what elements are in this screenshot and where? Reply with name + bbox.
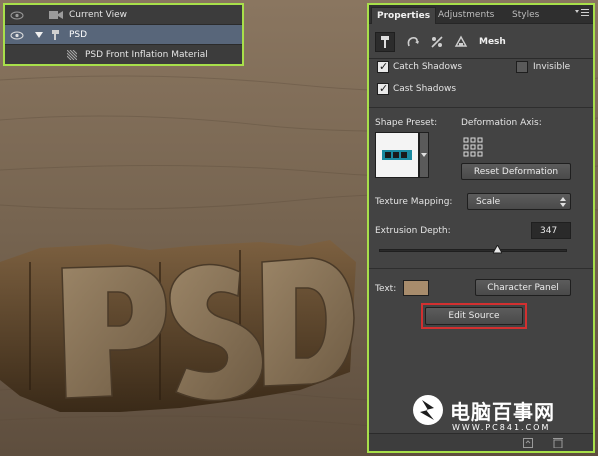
extrusion-depth-slider-track[interactable] <box>379 249 567 252</box>
shape-preset-label: Shape Preset: <box>375 118 438 128</box>
text-color-swatch[interactable] <box>403 280 429 296</box>
edit-source-button[interactable]: Edit Source <box>425 307 523 325</box>
texture-mapping-select[interactable]: Scale <box>467 193 571 210</box>
mesh-mode-icon[interactable] <box>375 32 395 52</box>
text-color-label: Text: <box>375 284 397 294</box>
mode-label: Mesh <box>479 37 506 47</box>
layer-label-material: PSD Front Inflation Material <box>85 50 208 60</box>
extrusion-depth-slider-thumb[interactable] <box>492 243 503 257</box>
coordinates-mode-icon[interactable] <box>451 32 471 52</box>
tab-adjustments[interactable]: Adjustments <box>433 7 499 24</box>
cast-shadows-checkbox[interactable]: ✓ <box>377 82 389 95</box>
select-arrows-icon <box>560 197 566 210</box>
layers-panel: Current View PSD PSD Front Inflation Mat… <box>3 3 244 66</box>
deformation-axis-label: Deformation Axis: <box>461 118 542 128</box>
layer-row-psd[interactable]: PSD <box>5 25 242 45</box>
properties-mode-bar: Mesh <box>369 25 593 59</box>
extrusion-depth-label: Extrusion Depth: <box>375 226 451 236</box>
shape-preset-picker[interactable] <box>375 132 419 178</box>
watermark: 电脑百事网 WWW.PC841.COM <box>412 390 592 442</box>
shape-preset-dropdown-button[interactable] <box>419 132 429 178</box>
eye-icon[interactable] <box>9 29 25 41</box>
invisible-checkbox[interactable] <box>516 61 528 73</box>
watermark-logo-icon <box>412 394 444 429</box>
watermark-text: 电脑百事网 <box>450 400 555 424</box>
properties-panel: Properties Adjustments Styles Mesh ✓ Cat… <box>367 3 595 453</box>
tab-bar: Properties Adjustments Styles <box>369 5 593 24</box>
divider <box>369 268 593 269</box>
tab-styles[interactable]: Styles <box>507 7 544 24</box>
deform-mode-icon[interactable] <box>403 32 423 52</box>
cap-mode-icon[interactable] <box>427 32 447 52</box>
watermark-url: WWW.PC841.COM <box>452 423 551 432</box>
cast-shadows-label: Cast Shadows <box>393 84 457 94</box>
expand-triangle-icon[interactable] <box>35 31 43 39</box>
layer-row-current-view[interactable]: Current View <box>5 5 242 25</box>
camera-icon <box>49 10 63 20</box>
catch-shadows-label: Catch Shadows <box>393 62 463 72</box>
3d-object-icon <box>49 29 61 41</box>
reset-deformation-button[interactable]: Reset Deformation <box>461 163 571 180</box>
deformation-axis-grid[interactable] <box>463 137 483 157</box>
texture-mapping-value: Scale <box>476 196 501 207</box>
catch-shadows-checkbox[interactable]: ✓ <box>377 60 389 73</box>
tab-properties[interactable]: Properties <box>371 7 437 24</box>
invisible-label: Invisible <box>533 62 571 72</box>
extrusion-depth-input[interactable]: 347 <box>531 222 571 239</box>
texture-mapping-label: Texture Mapping: <box>375 197 453 207</box>
panel-menu-icon[interactable] <box>575 8 589 20</box>
layer-label-current-view: Current View <box>69 10 128 20</box>
eye-icon[interactable] <box>9 9 25 21</box>
layer-label-psd: PSD <box>69 30 88 40</box>
divider <box>369 107 593 108</box>
layer-row-material[interactable]: PSD Front Inflation Material <box>5 45 242 65</box>
material-icon <box>66 49 78 61</box>
character-panel-button[interactable]: Character Panel <box>475 279 571 296</box>
